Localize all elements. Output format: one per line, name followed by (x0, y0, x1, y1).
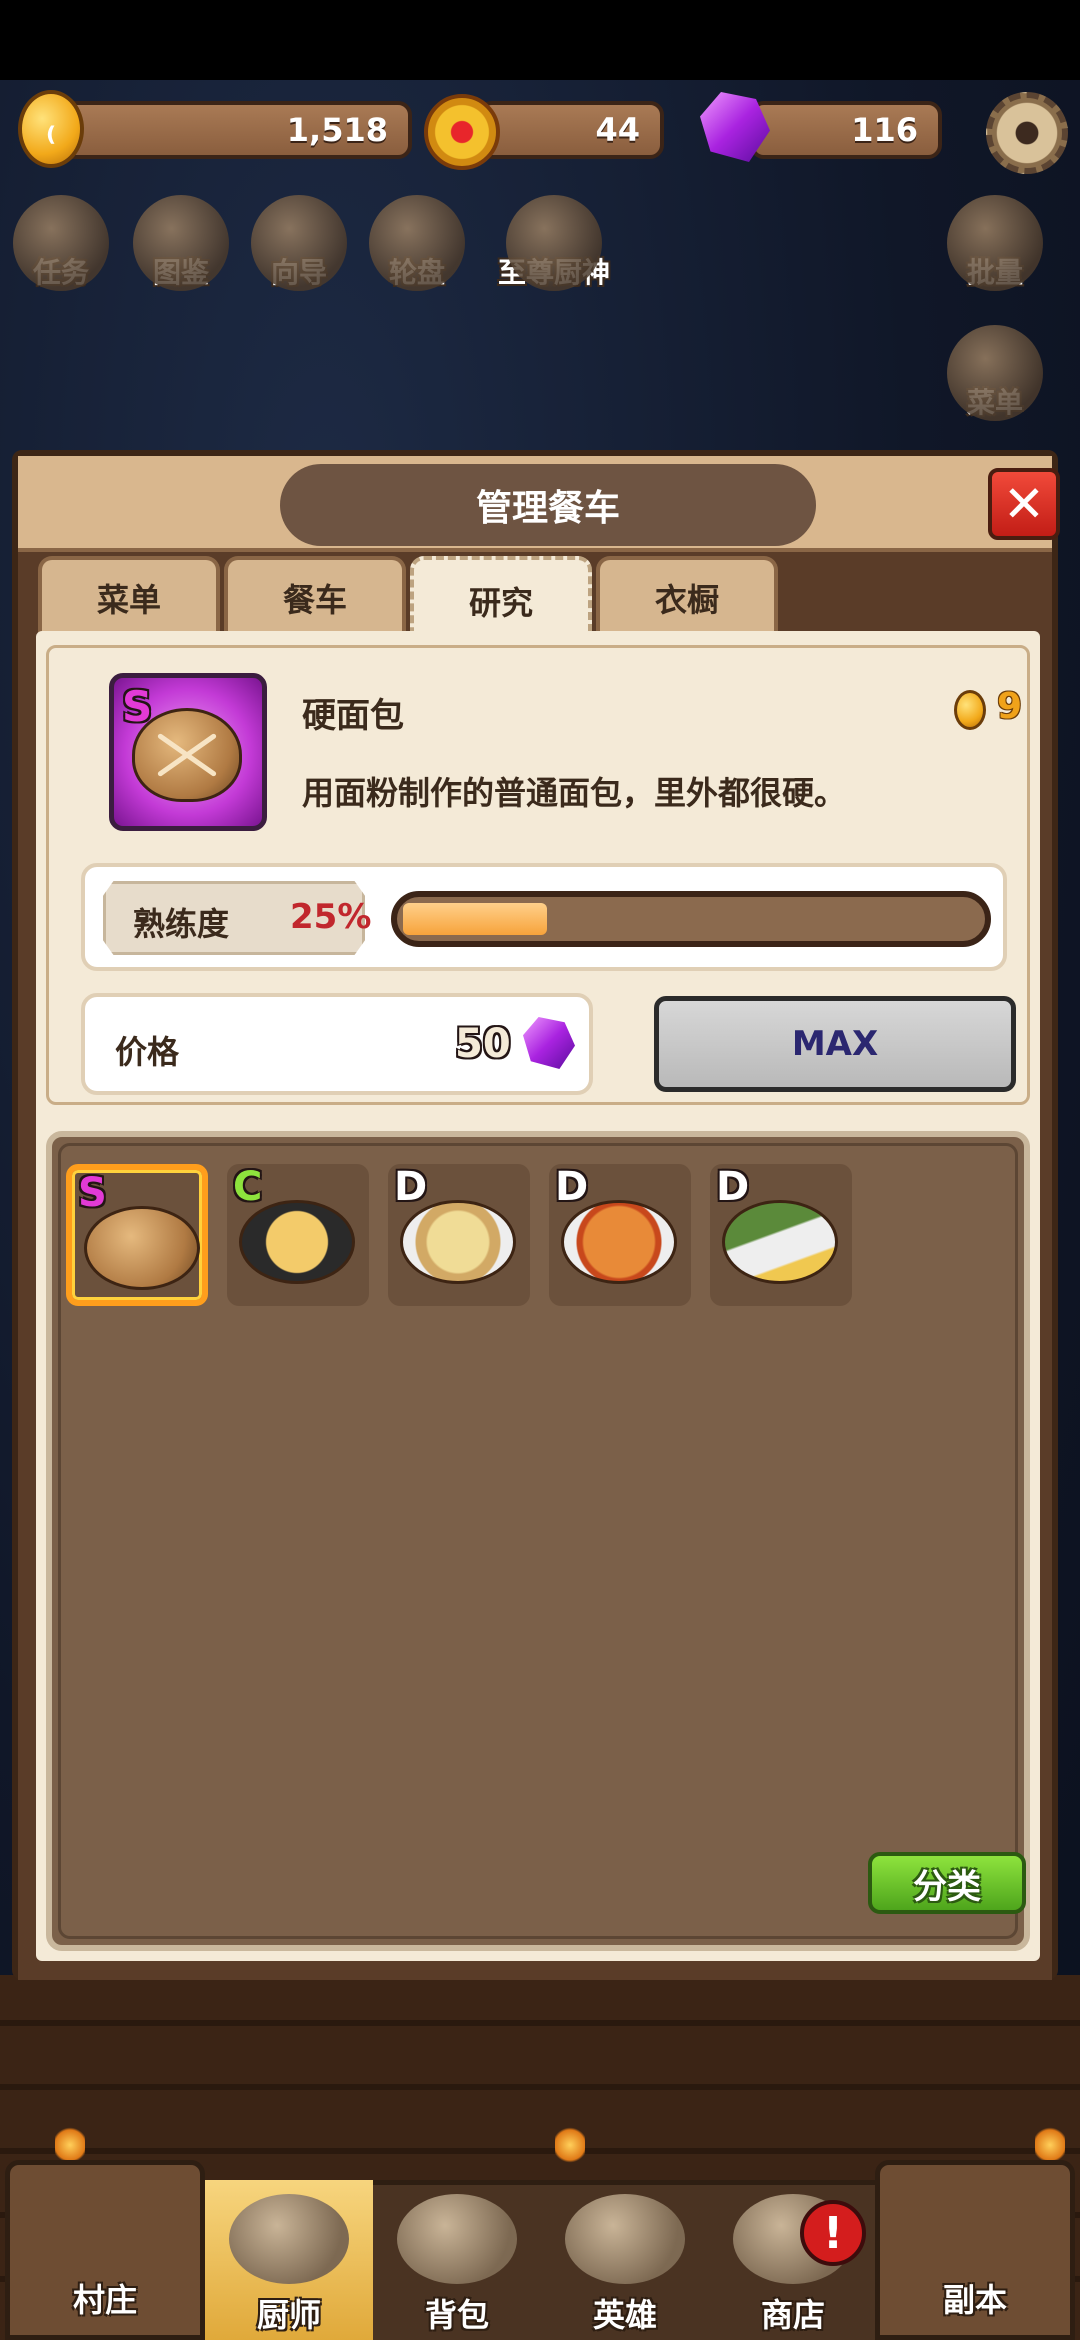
coin-amount: 1,518 (286, 111, 388, 149)
tab-label: 衣橱 (654, 581, 719, 619)
food-item-quiche[interactable]: D (388, 1164, 530, 1306)
grade-badge: D (555, 1164, 589, 1210)
proficiency-bar-fill (403, 903, 547, 935)
gem-icon (523, 1017, 575, 1069)
food-description: 用面粉制作的普通面包，里外都很硬。 (302, 774, 847, 812)
nav-heroes[interactable]: 英雄 (541, 2180, 709, 2340)
bottom-nav: 村庄 厨师 背包 英雄 商店 副本 (0, 2150, 1080, 2340)
side-icon-batch[interactable]: 批量 (940, 195, 1050, 291)
grade-badge: D (394, 1164, 428, 1210)
panel-header: 管理餐车 ✕ (18, 456, 1060, 552)
close-icon: ✕ (1003, 475, 1045, 533)
grade-badge: C (233, 1164, 263, 1210)
nav-label: 厨师 (256, 2296, 321, 2334)
top-icon-master-chef[interactable]: 至尊厨神 (484, 195, 624, 291)
proficiency-row: 熟练度 25% (81, 863, 1007, 971)
panel-title: 管理餐车 (280, 464, 816, 546)
roast-chicken-icon (229, 2194, 349, 2284)
settings-gear-icon[interactable] (986, 92, 1068, 174)
tab-wardrobe[interactable]: 衣橱 (596, 556, 778, 636)
price-value: 50 (455, 1021, 511, 1067)
bread-icon (84, 1206, 200, 1290)
nav-chef[interactable]: 厨师 (205, 2180, 373, 2340)
medal-amount: 44 (595, 111, 640, 149)
food-item-soup[interactable]: C (227, 1164, 369, 1306)
side-icon-menu[interactable]: 菜单 (940, 325, 1050, 421)
close-button[interactable]: ✕ (988, 468, 1060, 540)
nav-label: 副本 (942, 2281, 1007, 2319)
nav-label: 商店 (760, 2296, 825, 2334)
top-icon-collection[interactable]: 图鉴 (126, 195, 236, 291)
grade-badge: S (78, 1170, 107, 1216)
max-button[interactable]: MAX (654, 996, 1016, 1092)
nav-dungeon[interactable]: 副本 (875, 2160, 1075, 2340)
medal-counter: 44 (478, 101, 664, 159)
medal-icon (424, 94, 500, 170)
book-icon (133, 195, 229, 291)
sort-label: 分类 (913, 1866, 981, 1907)
scroll-icon (13, 195, 109, 291)
chef-icon (506, 195, 602, 291)
tab-label: 菜单 (96, 581, 161, 619)
signpost-icon (251, 195, 347, 291)
nav-label: 英雄 (592, 2296, 657, 2334)
bird-icon (947, 195, 1043, 291)
gem-amount: 116 (851, 111, 918, 149)
soup-bowl-icon (239, 1200, 355, 1284)
coin-counter: 1,518 (60, 101, 412, 159)
coin-icon: ₍ (18, 90, 84, 168)
tab-menu[interactable]: 菜单 (38, 556, 220, 636)
coin-icon (954, 690, 986, 730)
wheel-icon (369, 195, 465, 291)
proficiency-label: 熟练度 (133, 905, 230, 943)
tab-label: 餐车 (282, 581, 347, 619)
top-icon-wheel[interactable]: 轮盘 (362, 195, 472, 291)
nav-backpack[interactable]: 背包 (373, 2180, 541, 2340)
grade-badge: D (716, 1164, 750, 1210)
food-list: S C D D D 分类 (46, 1131, 1030, 1951)
sell-price: 9 (997, 686, 1023, 727)
manage-food-truck-panel: 管理餐车 ✕ 菜单 餐车 研究 衣橱 S 硬面包 9 用面粉制作的普通面包，里外… (12, 450, 1060, 1980)
research-content: S 硬面包 9 用面粉制作的普通面包，里外都很硬。 熟练度 25% 价格 50 … (36, 631, 1040, 1961)
quiche-icon (400, 1200, 516, 1284)
proficiency-percent: 25% (290, 897, 372, 937)
food-info-box: S 硬面包 9 用面粉制作的普通面包，里外都很硬。 熟练度 25% 价格 50 … (46, 645, 1030, 1105)
hero-helmet-icon (565, 2194, 685, 2284)
gem-counter: 116 (750, 101, 942, 159)
tab-truck[interactable]: 餐车 (224, 556, 406, 636)
food-item-leek[interactable]: D (710, 1164, 852, 1306)
tomato-dish-icon (561, 1200, 677, 1284)
backpack-icon (397, 2194, 517, 2284)
sort-button[interactable]: 分类 (868, 1852, 1026, 1914)
food-item-tomato[interactable]: D (549, 1164, 691, 1306)
tab-label: 研究 (468, 584, 533, 622)
food-item-bread[interactable]: S (66, 1164, 208, 1306)
alert-icon: ! (822, 2207, 844, 2259)
nav-label: 村庄 (72, 2281, 137, 2319)
menu-board-icon (947, 325, 1043, 421)
nav-village[interactable]: 村庄 (5, 2160, 205, 2340)
max-label: MAX (791, 1024, 879, 1064)
food-name: 硬面包 (302, 696, 404, 736)
price-label: 价格 (115, 1033, 180, 1071)
upgrade-price-row: 价格 50 (81, 993, 593, 1095)
selected-food-card: S (109, 673, 267, 831)
tab-research[interactable]: 研究 (410, 556, 592, 642)
nav-label: 背包 (424, 2296, 489, 2334)
leek-dish-icon (722, 1200, 838, 1284)
grade-badge: S (122, 682, 153, 731)
top-icon-guide[interactable]: 向导 (244, 195, 354, 291)
shop-alert-badge: ! (800, 2200, 866, 2266)
proficiency-bar (391, 891, 991, 947)
top-icon-quests[interactable]: 任务 (6, 195, 116, 291)
